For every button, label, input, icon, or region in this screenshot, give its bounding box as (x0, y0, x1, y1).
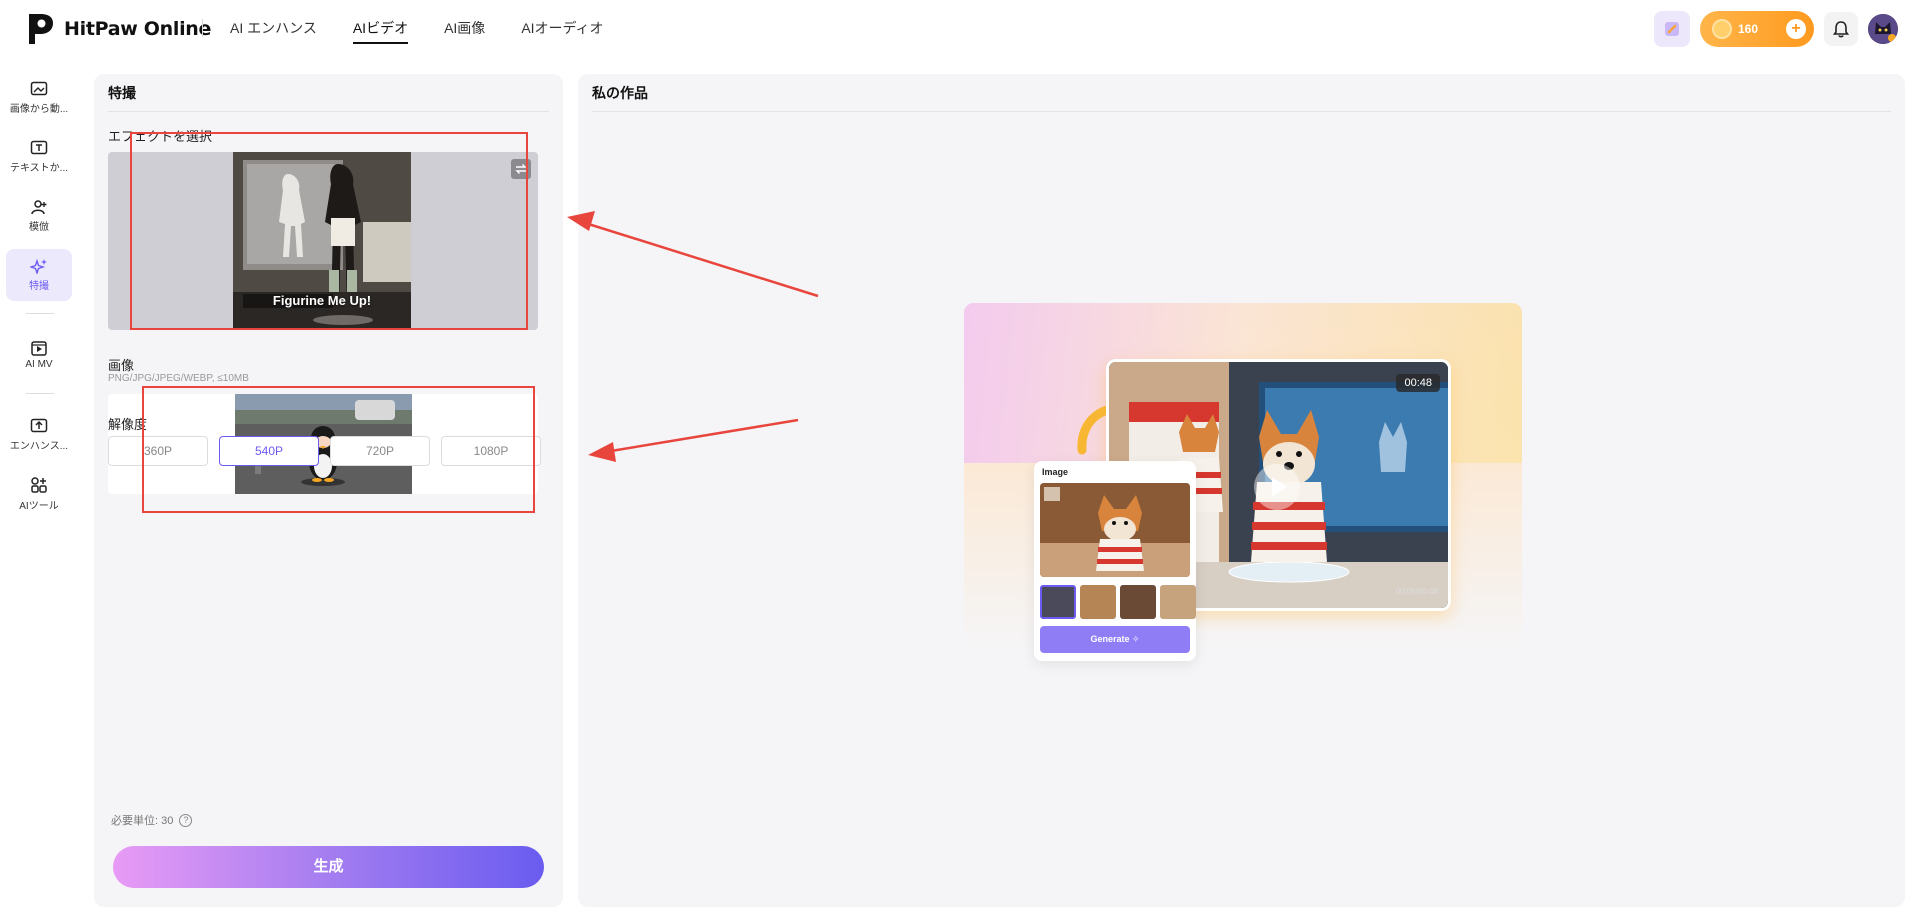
divider (592, 111, 1891, 112)
sparkle-icon: ✧ (1132, 634, 1140, 644)
resolution-label: 解像度 (108, 417, 148, 432)
logo[interactable]: HitPaw Online (26, 12, 211, 46)
sidebar-item-label: 模倣 (29, 222, 49, 233)
panel-title: 私の作品 (592, 85, 648, 101)
add-credits-icon[interactable]: + (1786, 19, 1806, 39)
thumbnail (1080, 585, 1116, 619)
main-nav: AI エンハンス AIビデオ AI画像 AIオーディオ (230, 0, 640, 58)
settings-panel: 特撮 エフェクトを選択 Figurine Me Up! 画像 PNG/JPG/J… (94, 74, 563, 907)
image-label: 画像 (108, 358, 135, 373)
coin-icon (1712, 19, 1732, 39)
generate-button[interactable]: 生成 (113, 846, 544, 888)
sidebar-item-label: テキストか... (9, 163, 69, 174)
sidebar-item-label: AIツール (19, 501, 59, 512)
resolution-360p[interactable]: 360P (108, 436, 208, 466)
avatar[interactable] (1868, 14, 1898, 44)
bell-icon (1833, 21, 1849, 38)
notifications-button[interactable] (1824, 12, 1858, 46)
divider (202, 19, 203, 37)
swap-icon (515, 164, 527, 174)
header-actions: 160 + (1654, 11, 1898, 47)
sidebar-item-label: 特撮 (29, 281, 49, 292)
video-duration: 00:48 (1396, 374, 1440, 392)
sidebar-item-label: 画像から動... (9, 104, 69, 115)
play-icon (1254, 464, 1300, 510)
sidebar-item-imitate[interactable]: 模倣 (6, 190, 72, 242)
sidebar-item-effects[interactable]: 特撮 (6, 249, 72, 301)
sidebar-item-enhance[interactable]: エンハンス... (6, 409, 72, 461)
ai-tools-icon (31, 477, 47, 493)
gift-icon (1665, 22, 1679, 36)
sidebar-divider (26, 313, 54, 314)
nav-ai-enhance[interactable]: AI エンハンス (230, 0, 317, 58)
divider (108, 111, 549, 112)
effect-name: Figurine Me Up! (272, 293, 372, 308)
avatar-cat-icon (1868, 14, 1898, 44)
effect-select-label: エフェクトを選択 (108, 129, 213, 144)
thumbnail (1040, 585, 1076, 619)
resolution-720p[interactable]: 720P (330, 436, 430, 466)
resolution-540p[interactable]: 540P (219, 436, 319, 466)
effect-preview[interactable]: Figurine Me Up! (108, 152, 538, 330)
sidebar-item-label: エンハンス... (9, 441, 69, 452)
my-works-panel: 私の作品 00:48 00:06/00:48 Image Generate ✧ (578, 74, 1905, 907)
sidebar-item-ai-mv[interactable]: AI MV (6, 329, 72, 381)
gift-button[interactable] (1654, 11, 1690, 47)
nav-ai-video[interactable]: AIビデオ (352, 0, 409, 58)
thumbnail (1120, 585, 1156, 619)
image-to-video-icon (30, 81, 48, 96)
hitpaw-logo-icon (29, 14, 53, 44)
thumbnail (1160, 585, 1196, 619)
credits-count: 160 (1738, 22, 1759, 36)
credit-cost-text: 必要単位: 30 (111, 815, 174, 827)
sidebar-item-text-to-video[interactable]: テキストか... (6, 131, 72, 183)
corgi-photo (1040, 483, 1190, 577)
nav-ai-image[interactable]: AI画像 (444, 0, 485, 58)
sidebar-item-label: AI MV (25, 359, 53, 370)
sidebar: 画像から動... テキストか... 模倣 特撮 AI MV エンハンス... A… (0, 72, 80, 527)
swap-effect-button[interactable] (511, 159, 531, 179)
imitate-icon (31, 200, 47, 215)
resolution-options: 360P 540P 720P 1080P (108, 436, 541, 466)
panel-title: 特撮 (108, 85, 136, 101)
nav-ai-audio[interactable]: AIオーディオ (521, 0, 603, 58)
image-card-title: Image (1042, 467, 1069, 477)
sidebar-item-ai-tools[interactable]: AIツール (6, 468, 72, 520)
enhance-icon (30, 418, 48, 433)
credit-cost: 必要単位: 30 ? (111, 812, 193, 828)
format-note: PNG/JPG/JPEG/WEBP, ≤10MB (108, 373, 249, 384)
ai-mv-icon (31, 341, 47, 356)
sample-generate-button: Generate ✧ (1040, 626, 1190, 653)
effect-thumbnail: Figurine Me Up! (233, 152, 411, 330)
video-progress: 00:06/00:48 (1395, 587, 1438, 596)
resolution-1080p[interactable]: 1080P (441, 436, 541, 466)
sidebar-item-image-to-video[interactable]: 画像から動... (6, 72, 72, 124)
thumbnail-strip (1040, 585, 1196, 619)
sidebar-divider (26, 393, 54, 394)
brand-name: HitPaw Online (64, 18, 212, 40)
top-bar: HitPaw Online AI エンハンス AIビデオ AI画像 AIオーディ… (0, 0, 1920, 58)
help-icon[interactable]: ? (179, 813, 193, 827)
sparkle-effects-icon (30, 258, 47, 274)
empty-state-illustration: 00:48 00:06/00:48 Image Generate ✧ (964, 303, 1522, 713)
image-card-photo (1040, 483, 1190, 577)
text-to-video-icon (30, 140, 48, 155)
image-input-card: Image Generate ✧ (1034, 461, 1196, 661)
sample-generate-label: Generate (1090, 634, 1130, 644)
credits-button[interactable]: 160 + (1700, 11, 1814, 47)
